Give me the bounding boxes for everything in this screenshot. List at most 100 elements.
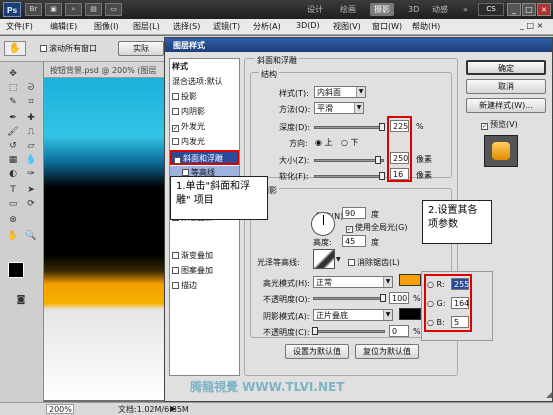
technique-select[interactable]: 平滑 ▼: [314, 102, 364, 114]
preview-checkbox[interactable]: ✓ 预览(V): [481, 119, 518, 130]
eraser-tool-icon[interactable]: ▱: [24, 140, 38, 152]
r-input[interactable]: 255: [451, 278, 469, 290]
blending-options-item[interactable]: 混合选项:默认: [170, 75, 239, 88]
zoom-tool-icon[interactable]: 🔍: [24, 230, 38, 242]
checkbox[interactable]: [172, 108, 179, 115]
actual-pixels-button[interactable]: 实际: [118, 41, 164, 56]
checkbox[interactable]: [172, 267, 179, 274]
soften-slider[interactable]: [314, 172, 385, 180]
menu-edit[interactable]: 编辑(E): [50, 21, 77, 32]
style-item-inner-shadow[interactable]: 内阴影: [170, 105, 239, 118]
menu-view[interactable]: 视图(V): [333, 21, 361, 32]
screen-mode-icon[interactable]: ▭: [105, 3, 122, 16]
g-input[interactable]: 164: [451, 297, 469, 309]
menu-help[interactable]: 帮助(H): [412, 21, 440, 32]
slider-thumb[interactable]: [375, 156, 381, 164]
history-brush-tool-icon[interactable]: ↺: [6, 140, 20, 152]
zoom-level-icon[interactable]: ⌕: [65, 3, 82, 16]
hand-tool-preset-icon[interactable]: ✋: [4, 41, 26, 56]
crop-tool-icon[interactable]: ⌗: [24, 96, 38, 108]
depth-slider[interactable]: [314, 123, 385, 131]
shadow-mode-select[interactable]: 正片叠底 ▼: [313, 309, 393, 321]
slider-thumb[interactable]: [379, 123, 385, 131]
maximize-button[interactable]: □: [522, 3, 536, 16]
lasso-tool-icon[interactable]: ᘐ: [24, 82, 38, 94]
reset-default-button[interactable]: 复位为默认值: [355, 344, 419, 359]
close-button[interactable]: ×: [537, 3, 551, 16]
checkbox[interactable]: ✓: [172, 125, 179, 132]
workspace-painting[interactable]: 绘画: [336, 3, 360, 16]
global-light-checkbox[interactable]: ✓ 使用全局光(G): [346, 222, 407, 233]
styles-header[interactable]: 样式: [170, 60, 239, 73]
quick-mask-icon[interactable]: ◙: [14, 294, 28, 306]
checkbox[interactable]: [182, 169, 189, 176]
clone-stamp-tool-icon[interactable]: ⎍: [24, 126, 38, 138]
highlight-opacity-slider[interactable]: [313, 294, 386, 302]
chevron-down-icon[interactable]: ▼: [336, 256, 341, 263]
eyedropper-tool-icon[interactable]: ✒: [6, 112, 20, 124]
checkbox[interactable]: [172, 93, 179, 100]
gradient-tool-icon[interactable]: ▦: [6, 154, 20, 166]
style-item-inner-glow[interactable]: 内发光: [170, 135, 239, 148]
checkbox[interactable]: [172, 282, 179, 289]
crs-live-icon[interactable]: CS: [478, 3, 504, 16]
menu-analysis[interactable]: 分析(A): [253, 21, 281, 32]
r-radio[interactable]: ○ R:: [427, 280, 445, 289]
size-slider[interactable]: [314, 156, 384, 164]
document-canvas[interactable]: [44, 78, 164, 400]
checkbox[interactable]: ✓: [174, 157, 181, 164]
slider-thumb[interactable]: [379, 172, 385, 180]
direction-down-radio[interactable]: ○ 下: [341, 137, 359, 148]
healing-tool-icon[interactable]: ✚: [24, 112, 38, 124]
dodge-tool-icon[interactable]: ◐: [6, 168, 20, 180]
resize-grip-icon[interactable]: ◢: [546, 390, 552, 399]
path-select-tool-icon[interactable]: ➤: [24, 184, 38, 196]
workspace-design[interactable]: 设计: [303, 3, 327, 16]
doc-controls-icon[interactable]: _ □ ×: [520, 21, 543, 30]
minimize-button[interactable]: _: [507, 3, 521, 16]
b-radio[interactable]: ○ B:: [427, 318, 445, 327]
shadow-opacity-input[interactable]: 0: [389, 325, 409, 337]
style-item-gradient-overlay[interactable]: 渐变叠加: [170, 249, 239, 262]
arrange-icon[interactable]: ▤: [85, 3, 102, 16]
g-radio[interactable]: ○ G:: [427, 299, 445, 308]
style-item-drop-shadow[interactable]: 投影: [170, 90, 239, 103]
hand-tool-icon[interactable]: ✋: [6, 230, 20, 242]
shadow-color-swatch[interactable]: [399, 308, 421, 320]
bridge-icon[interactable]: Br: [25, 3, 42, 16]
zoom-field[interactable]: 200%: [46, 404, 74, 414]
menu-select[interactable]: 选择(S): [173, 21, 200, 32]
workspace-more[interactable]: »: [459, 3, 472, 16]
depth-input[interactable]: 225: [390, 120, 409, 132]
scroll-all-windows-checkbox[interactable]: 滚动所有窗口: [40, 43, 97, 54]
slider-thumb[interactable]: [380, 294, 386, 302]
quick-select-tool-icon[interactable]: ✎: [6, 96, 20, 108]
style-item-pattern-overlay[interactable]: 图案叠加: [170, 264, 239, 277]
highlight-mode-select[interactable]: 正常 ▼: [313, 276, 393, 288]
slider-thumb[interactable]: [312, 327, 318, 335]
style-item-outer-glow[interactable]: ✓ 外发光: [170, 120, 239, 133]
menu-3d[interactable]: 3D(D): [296, 21, 320, 30]
menu-window[interactable]: 窗口(W): [372, 21, 402, 32]
direction-up-radio[interactable]: ◉ 上: [315, 137, 333, 148]
highlight-opacity-input[interactable]: 100: [389, 292, 409, 304]
style-item-bevel-emboss[interactable]: ✓ 斜面和浮雕: [170, 150, 239, 165]
3d-orbit-tool-icon[interactable]: ⊛: [6, 214, 20, 226]
shadow-opacity-slider[interactable]: [312, 327, 385, 335]
ok-button[interactable]: 确定: [466, 60, 546, 75]
style-item-stroke[interactable]: 描边: [170, 279, 239, 292]
size-input[interactable]: 250: [390, 152, 409, 164]
move-tool-icon[interactable]: ✥: [6, 68, 20, 80]
shape-tool-icon[interactable]: ▭: [6, 198, 20, 210]
workspace-photography[interactable]: 摄影: [370, 3, 394, 16]
gloss-contour-preview[interactable]: [313, 249, 335, 269]
foreground-color-swatch[interactable]: [8, 262, 24, 278]
menu-file[interactable]: 文件(F): [6, 21, 33, 32]
type-tool-icon[interactable]: T: [6, 184, 20, 196]
cancel-button[interactable]: 取消: [466, 79, 546, 94]
angle-dial[interactable]: [311, 212, 335, 236]
new-style-button[interactable]: 新建样式(W)...: [466, 98, 546, 113]
workspace-motion[interactable]: 动感: [428, 3, 452, 16]
document-tab[interactable]: 按钮背景.psd @ 200% (图层: [44, 62, 164, 78]
status-arrow-icon[interactable]: ▶: [170, 404, 176, 413]
